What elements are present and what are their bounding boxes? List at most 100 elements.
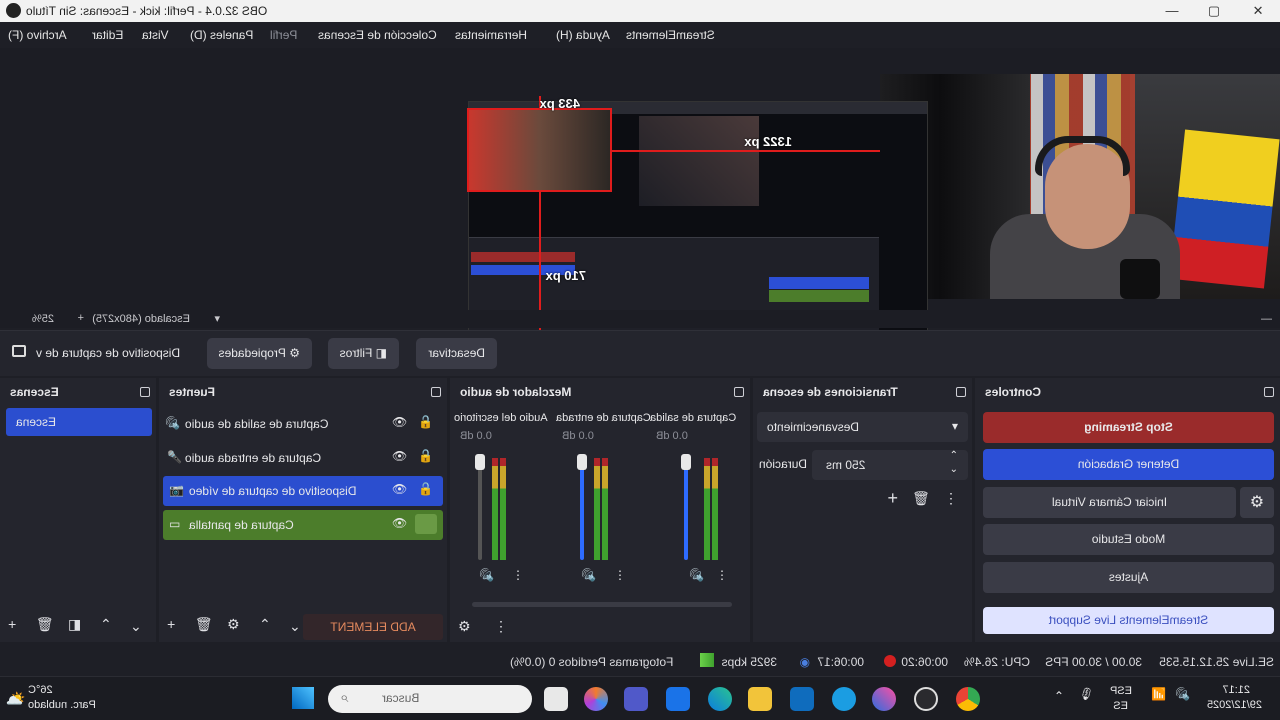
studio-mode-button[interactable]: Modo Estudio bbox=[983, 524, 1274, 555]
filters-button[interactable]: ◧ Filtros bbox=[327, 338, 399, 369]
dock-float-icon[interactable] bbox=[1264, 387, 1274, 397]
fader-knob[interactable] bbox=[475, 454, 485, 470]
scene-filters-icon[interactable]: ◧ bbox=[68, 616, 81, 633]
stepper-up-icon[interactable]: ⌃ bbox=[950, 450, 958, 461]
properties-button[interactable]: ⚙ Propiedades bbox=[206, 338, 312, 369]
menu-ayuda[interactable]: Ayuda (H) bbox=[556, 28, 610, 42]
channel-menu-icon[interactable]: ⋮ bbox=[716, 568, 728, 582]
move-up-icon[interactable]: ⌃ bbox=[259, 616, 271, 633]
preview-area[interactable]: 433 px 1322 px 710 px bbox=[0, 48, 1280, 361]
menu-vista[interactable]: Vista bbox=[142, 28, 168, 42]
add-element-button[interactable]: ADD ELEMENT bbox=[303, 614, 443, 640]
store-icon[interactable] bbox=[666, 687, 690, 711]
duration-input[interactable]: 250 ms ⌃ ⌄ bbox=[812, 450, 968, 480]
source-item[interactable]: 🎤 Captura de entrada audio 👁 🔓 bbox=[159, 443, 447, 473]
virtual-camera-button[interactable]: Iniciar Cámara Virtual bbox=[983, 487, 1236, 518]
live-support-button[interactable]: StreamElements Live Support bbox=[983, 607, 1274, 634]
move-down-icon[interactable]: ⌄ bbox=[289, 618, 301, 635]
remove-source-icon[interactable]: 🗑 bbox=[195, 616, 213, 633]
source-item[interactable]: 🔊 Captura de salida de audio 👁 🔓 bbox=[159, 409, 447, 439]
taskbar-search[interactable]: Buscar ⌕ bbox=[328, 685, 532, 713]
menu-archivo[interactable]: Archivo (F) bbox=[8, 28, 67, 42]
lock-icon[interactable]: 🔓 bbox=[418, 482, 433, 496]
remove-transition-icon[interactable]: 🗑 bbox=[912, 490, 930, 507]
mixer-menu-icon[interactable]: ⋮ bbox=[494, 618, 508, 635]
dock-float-icon[interactable] bbox=[734, 387, 744, 397]
volume-fader[interactable] bbox=[580, 456, 584, 560]
move-down-icon[interactable]: ⌄ bbox=[130, 618, 142, 635]
eye-icon[interactable]: 👁 bbox=[392, 449, 407, 463]
eye-icon[interactable]: 👁 bbox=[392, 516, 407, 530]
move-up-icon[interactable]: ⌃ bbox=[100, 616, 112, 633]
stop-streaming-button[interactable]: Stop Streaming bbox=[983, 412, 1274, 443]
monitor-icon: ▭ bbox=[169, 517, 181, 531]
file-explorer-icon[interactable] bbox=[544, 687, 568, 711]
edge-icon[interactable] bbox=[708, 687, 732, 711]
outlook-icon[interactable] bbox=[790, 687, 814, 711]
copilot-icon[interactable] bbox=[584, 687, 608, 711]
dock-float-icon[interactable] bbox=[431, 387, 441, 397]
deactivate-button[interactable]: Desactivar bbox=[416, 338, 497, 369]
close-button[interactable]: ✕ bbox=[1238, 1, 1278, 21]
dock-float-icon[interactable] bbox=[140, 387, 150, 397]
maximize-button[interactable]: ▢ bbox=[1194, 1, 1234, 21]
menu-coleccion-escenas[interactable]: Colección de Escenas bbox=[318, 28, 437, 42]
remove-scene-icon[interactable]: 🗑 bbox=[36, 616, 54, 633]
fader-knob[interactable] bbox=[681, 454, 691, 470]
speaker-icon[interactable]: 🔊 bbox=[581, 568, 596, 582]
transition-menu-icon[interactable]: ⋮ bbox=[944, 490, 958, 507]
paint-icon[interactable] bbox=[872, 687, 896, 711]
settings-button[interactable]: Ajustes bbox=[983, 562, 1274, 593]
speaker-icon[interactable]: 🔊 bbox=[479, 568, 494, 582]
channel-menu-icon[interactable]: ⋮ bbox=[512, 568, 524, 582]
chrome-icon[interactable] bbox=[956, 687, 980, 711]
volume-icon[interactable]: 🔊 bbox=[1175, 687, 1190, 701]
source-item[interactable]: ▭ Captura de pantalla 👁 bbox=[163, 510, 443, 540]
zoom-in-icon[interactable]: + bbox=[78, 312, 84, 324]
eye-icon[interactable]: 👁 bbox=[392, 482, 407, 496]
menu-paneles[interactable]: Paneles (D) bbox=[190, 28, 253, 42]
app-icon[interactable] bbox=[832, 687, 856, 711]
obs-icon[interactable] bbox=[914, 687, 938, 711]
fader-knob[interactable] bbox=[577, 454, 587, 470]
virtual-camera-settings-icon[interactable]: ⚙ bbox=[1240, 487, 1274, 518]
menu-herramientas[interactable]: Herramientas bbox=[455, 28, 527, 42]
scene-item[interactable]: Escena bbox=[6, 408, 152, 436]
lock-icon[interactable]: 🔓 bbox=[418, 449, 433, 463]
folder-icon[interactable] bbox=[748, 687, 772, 711]
clock-time[interactable]: 21:17 bbox=[1222, 684, 1250, 696]
transition-select[interactable]: Desvanecimiento ▾ bbox=[757, 412, 968, 442]
channel-menu-icon[interactable]: ⋮ bbox=[614, 568, 626, 582]
teams-icon[interactable] bbox=[624, 687, 648, 711]
volume-fader[interactable] bbox=[684, 456, 688, 560]
dock-float-icon[interactable] bbox=[956, 387, 966, 397]
mixer-scrollbar[interactable] bbox=[472, 602, 732, 607]
record-icon bbox=[884, 655, 896, 667]
source-properties-icon[interactable]: ⚙ bbox=[227, 616, 240, 633]
source-item-selected[interactable]: 📷 Dispositivo de captura de vídeo 👁 🔓 bbox=[163, 476, 443, 506]
minimize-button[interactable]: — bbox=[1152, 1, 1192, 21]
start-button-icon[interactable] bbox=[292, 687, 314, 709]
tray-expand-icon[interactable]: ⌃ bbox=[1054, 689, 1064, 703]
menu-streamelements[interactable]: StreamElements bbox=[626, 28, 715, 42]
zoom-out-icon[interactable]: — bbox=[1261, 313, 1272, 325]
add-transition-icon[interactable]: + bbox=[887, 488, 898, 509]
speaker-icon[interactable]: 🔊 bbox=[689, 568, 704, 582]
add-scene-icon[interactable]: + bbox=[8, 616, 16, 632]
microphone-icon[interactable]: 🎙 bbox=[1079, 687, 1094, 701]
wifi-icon[interactable]: 📶 bbox=[1151, 687, 1166, 701]
lock-icon[interactable] bbox=[415, 514, 437, 534]
stop-recording-button[interactable]: Detener Grabación bbox=[983, 449, 1274, 480]
stepper-down-icon[interactable]: ⌄ bbox=[950, 464, 958, 475]
lock-icon[interactable]: 🔓 bbox=[418, 415, 433, 429]
add-source-icon[interactable]: + bbox=[167, 616, 175, 632]
scale-dropdown-icon[interactable]: ▾ bbox=[214, 312, 220, 325]
menu-editar[interactable]: Editar bbox=[92, 28, 123, 42]
eye-icon[interactable]: 👁 bbox=[392, 415, 407, 429]
menu-perfil[interactable]: Perfil bbox=[270, 28, 297, 42]
language[interactable]: ESP bbox=[1110, 685, 1132, 697]
bitrate: 3925 kbps bbox=[721, 655, 777, 669]
mixer-settings-icon[interactable]: ⚙ bbox=[458, 618, 471, 635]
weather-icon[interactable]: ⛅ bbox=[6, 689, 26, 709]
volume-fader[interactable] bbox=[478, 456, 482, 560]
